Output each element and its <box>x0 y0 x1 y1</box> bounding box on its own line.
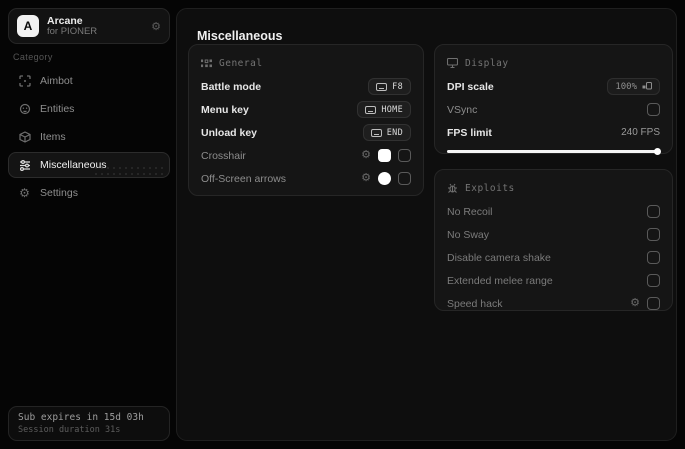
app-logo: A <box>17 15 39 37</box>
sidebar-item-settings[interactable]: ⚙ Settings <box>8 180 170 206</box>
slider-fill <box>447 149 658 153</box>
keyboard-icon <box>365 105 377 114</box>
crosshair-settings-gear-icon[interactable]: ⚙ <box>361 150 371 161</box>
crosshair-scan-icon <box>18 75 31 88</box>
setting-label: Crosshair <box>201 149 246 162</box>
gear-icon: ⚙ <box>19 186 30 200</box>
setting-label: No Recoil <box>447 205 493 218</box>
sidebar: A Arcane for PIONER ⚙ Category Aimbot En… <box>0 0 170 449</box>
extended-melee-range-checkbox[interactable] <box>647 274 660 287</box>
no-recoil-checkbox[interactable] <box>647 205 660 218</box>
sidebar-item-label: Aimbot <box>40 75 73 87</box>
sidebar-item-entities[interactable]: Entities <box>8 96 170 122</box>
entities-icon <box>18 103 31 116</box>
sidebar-item-label: Settings <box>40 187 78 199</box>
setting-label: FPS limit <box>447 126 492 139</box>
offscreen-arrows-color-swatch[interactable] <box>378 172 391 185</box>
sidebar-item-label: Items <box>40 131 66 143</box>
brand-text: Arcane for PIONER <box>47 15 143 38</box>
sidebar-item-label: Entities <box>40 103 75 115</box>
setting-label: Off-Screen arrows <box>201 172 286 185</box>
offscreen-arrows-checkbox[interactable] <box>398 172 411 185</box>
monitor-icon <box>447 58 458 68</box>
keybind-value: HOME <box>381 104 403 115</box>
session-duration-text: Session duration 31s <box>18 425 121 435</box>
unload-key-keybind-button[interactable]: END <box>362 124 411 141</box>
dpi-scale-row: DPI scale 100% <box>447 75 660 98</box>
extended-melee-range-row: Extended melee range <box>447 269 660 292</box>
offscreen-arrows-row: Off-Screen arrows ⚙ <box>201 167 411 190</box>
setting-label: Battle mode <box>201 80 262 93</box>
sub-expiry-text: Sub expires in 15d 03h <box>18 412 144 423</box>
vsync-checkbox[interactable] <box>647 103 660 116</box>
scale-icon <box>642 82 652 90</box>
crosshair-row: Crosshair ⚙ <box>201 144 411 167</box>
offscreen-arrows-settings-gear-icon[interactable]: ⚙ <box>361 173 371 184</box>
fps-limit-slider[interactable] <box>447 146 661 156</box>
no-sway-checkbox[interactable] <box>647 228 660 241</box>
dpi-scale-select[interactable]: 100% <box>607 78 660 95</box>
card-title: General <box>219 57 263 69</box>
crosshair-color-swatch[interactable] <box>378 149 391 162</box>
no-recoil-row: No Recoil <box>447 200 660 223</box>
brand-gear-icon[interactable]: ⚙ <box>151 20 161 33</box>
subscription-info-card: Sub expires in 15d 03h Session duration … <box>8 406 170 441</box>
page-title: Miscellaneous <box>197 29 283 43</box>
speed-hack-settings-gear-icon[interactable]: ⚙ <box>630 298 640 309</box>
unload-key-row: Unload key END <box>201 121 411 144</box>
menu-key-row: Menu key HOME <box>201 98 411 121</box>
display-card: Display DPI scale 100% VSync FPS limit 2… <box>434 44 673 156</box>
fps-limit-value: 240 FPS <box>621 127 660 138</box>
category-label: Category <box>13 52 53 62</box>
sidebar-item-items[interactable]: Items <box>8 124 170 150</box>
setting-label: DPI scale <box>447 80 494 93</box>
sidebar-item-aimbot[interactable]: Aimbot <box>8 68 170 94</box>
app-subtitle: for PIONER <box>47 25 98 37</box>
card-title: Exploits <box>465 182 515 194</box>
fps-limit-row: FPS limit 240 FPS <box>447 121 660 144</box>
keyboard-icon <box>376 82 388 91</box>
sliders-icon <box>18 159 31 172</box>
card-title: Display <box>465 57 509 69</box>
cube-icon <box>18 131 31 144</box>
setting-label: Menu key <box>201 103 249 116</box>
disable-camera-shake-row: Disable camera shake <box>447 246 660 269</box>
app-name: Arcane <box>47 14 83 27</box>
setting-label: VSync <box>447 103 478 116</box>
setting-label: Speed hack <box>447 297 503 310</box>
dpi-scale-value: 100% <box>615 81 637 92</box>
active-item-dots-decoration <box>93 165 163 175</box>
keybind-value: END <box>386 127 403 138</box>
brand-card: A Arcane for PIONER ⚙ <box>8 8 170 44</box>
keyboard-icon <box>370 128 382 137</box>
bug-icon <box>447 183 458 194</box>
battle-mode-keybind-button[interactable]: F8 <box>368 78 411 95</box>
grid-dots-icon <box>201 59 212 68</box>
main-panel: Miscellaneous General Battle mode F8 Men… <box>176 8 677 441</box>
menu-key-keybind-button[interactable]: HOME <box>357 101 411 118</box>
setting-label: Disable camera shake <box>447 251 551 264</box>
setting-label: Extended melee range <box>447 274 553 287</box>
vsync-row: VSync <box>447 98 660 121</box>
setting-label: Unload key <box>201 126 258 139</box>
general-card: General Battle mode F8 Menu key HOME Unl… <box>188 44 424 196</box>
exploits-card: Exploits No Recoil No Sway Disable camer… <box>434 169 673 311</box>
crosshair-checkbox[interactable] <box>398 149 411 162</box>
speed-hack-row: Speed hack ⚙ <box>447 292 660 315</box>
slider-knob[interactable] <box>654 147 661 155</box>
keybind-value: F8 <box>392 81 403 92</box>
sidebar-nav: Aimbot Entities Items Miscellaneous ⚙ Se… <box>8 68 170 208</box>
no-sway-row: No Sway <box>447 223 660 246</box>
battle-mode-row: Battle mode F8 <box>201 75 411 98</box>
speed-hack-checkbox[interactable] <box>647 297 660 310</box>
setting-label: No Sway <box>447 228 490 241</box>
sidebar-item-miscellaneous[interactable]: Miscellaneous <box>8 152 170 178</box>
disable-camera-shake-checkbox[interactable] <box>647 251 660 264</box>
